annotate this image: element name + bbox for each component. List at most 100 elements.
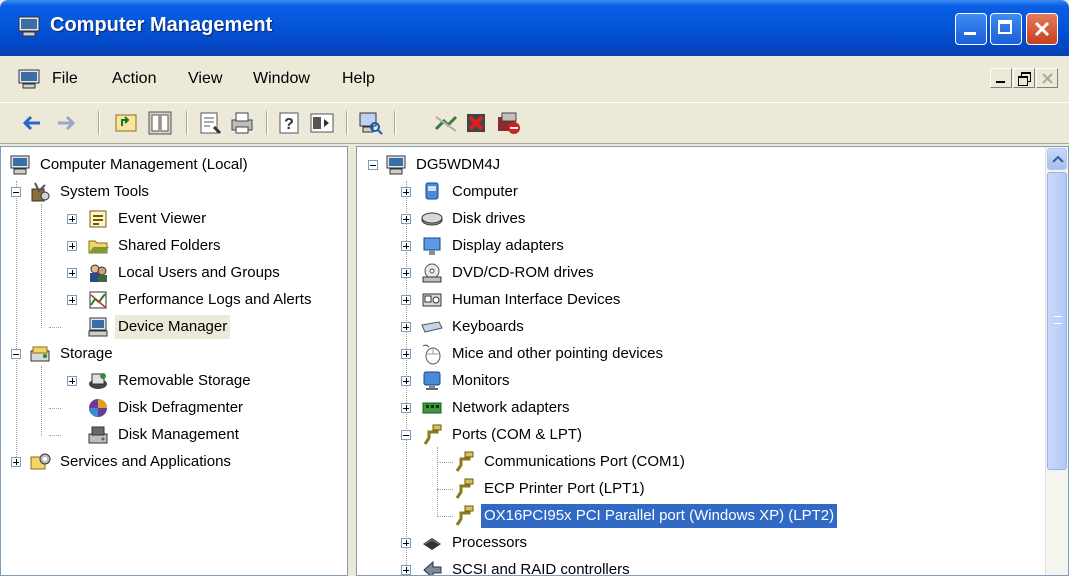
disable-icon[interactable] xyxy=(494,109,522,137)
scsi-icon xyxy=(423,560,442,575)
expand-icon[interactable] xyxy=(67,295,77,305)
tree-node-label: System Tools xyxy=(60,183,149,200)
maximize-button[interactable] xyxy=(990,13,1022,45)
show-hide-tree-icon[interactable] xyxy=(146,109,174,137)
tree-node-label: Event Viewer xyxy=(118,210,207,227)
expand-icon[interactable] xyxy=(401,565,411,575)
expand-icon[interactable] xyxy=(401,214,411,224)
update-driver-icon[interactable] xyxy=(432,109,460,137)
collapse-icon[interactable] xyxy=(11,187,21,197)
tree-node-label: Communications Port (COM1) xyxy=(484,453,685,470)
port-icon xyxy=(423,424,442,445)
expand-icon[interactable] xyxy=(401,403,411,413)
disk-drive-icon xyxy=(421,212,443,226)
console-tree-pane[interactable]: Computer Management (Local) System Tools… xyxy=(0,146,348,576)
port-icon xyxy=(455,505,474,526)
properties-icon[interactable] xyxy=(196,109,224,137)
tree-node-label: DVD/CD-ROM drives xyxy=(452,264,594,281)
expand-icon[interactable] xyxy=(67,241,77,251)
tree-node-label: SCSI and RAID controllers xyxy=(452,561,630,576)
mdi-minimize-button[interactable] xyxy=(990,68,1012,88)
menu-action[interactable]: Action xyxy=(112,70,156,88)
toolbar-separator xyxy=(346,111,348,135)
help-icon[interactable]: ? xyxy=(276,109,304,137)
close-icon xyxy=(1034,21,1050,37)
tree-node-label: Network adapters xyxy=(452,399,570,416)
expand-icon[interactable] xyxy=(401,349,411,359)
window-title: Computer Management xyxy=(50,14,273,36)
expand-icon[interactable] xyxy=(67,376,77,386)
vertical-scrollbar[interactable] xyxy=(1045,147,1068,575)
pane-splitter[interactable] xyxy=(348,146,356,576)
expand-icon[interactable] xyxy=(67,214,77,224)
expand-icon[interactable] xyxy=(401,538,411,548)
scroll-thumb[interactable] xyxy=(1047,172,1067,470)
port-icon xyxy=(455,478,474,499)
tree-node-label: Monitors xyxy=(452,372,510,389)
computer-management-icon xyxy=(10,155,30,175)
uninstall-icon[interactable] xyxy=(462,109,490,137)
expand-icon[interactable] xyxy=(401,322,411,332)
expand-icon[interactable] xyxy=(401,241,411,251)
port-icon xyxy=(455,451,474,472)
scroll-up-button[interactable] xyxy=(1047,148,1067,170)
menu-view[interactable]: View xyxy=(188,70,222,88)
defragmenter-icon xyxy=(89,399,107,417)
up-level-icon[interactable] xyxy=(112,109,140,137)
tree-node-label: Device Manager xyxy=(115,315,231,339)
expand-icon[interactable] xyxy=(401,268,411,278)
mdi-controls xyxy=(990,68,1062,90)
expand-icon[interactable] xyxy=(401,295,411,305)
menu-help[interactable]: Help xyxy=(342,70,375,88)
processor-icon xyxy=(423,538,441,550)
folder-icon xyxy=(88,240,109,254)
console-icon[interactable] xyxy=(17,68,41,90)
computer-management-window: Computer Management File Action View Win… xyxy=(0,0,1069,576)
mdi-restore-button[interactable] xyxy=(1013,68,1035,88)
scan-hardware-icon[interactable] xyxy=(356,109,384,137)
tree-node-label: Performance Logs and Alerts xyxy=(118,291,312,308)
print-icon[interactable] xyxy=(228,109,256,137)
computer-icon xyxy=(425,182,439,200)
toolbar-separator xyxy=(98,111,100,135)
minimize-icon xyxy=(964,32,976,35)
tree-node-label: Display adapters xyxy=(452,237,564,254)
menu-window[interactable]: Window xyxy=(253,70,310,88)
expand-icon[interactable] xyxy=(67,268,77,278)
expand-icon[interactable] xyxy=(401,376,411,386)
tree-node-label: Shared Folders xyxy=(118,237,221,254)
expand-icon[interactable] xyxy=(11,457,21,467)
tree-node-label: Computer xyxy=(452,183,518,200)
chevron-up-icon xyxy=(1052,155,1064,163)
menu-file[interactable]: File xyxy=(52,70,78,88)
tree-node-label: Disk Defragmenter xyxy=(118,399,244,416)
mdi-close-button[interactable] xyxy=(1036,68,1058,88)
device-manager-icon xyxy=(88,317,108,337)
back-icon[interactable] xyxy=(18,109,46,137)
storage-icon xyxy=(30,346,50,362)
title-bar[interactable]: Computer Management xyxy=(0,0,1069,56)
tree-node-label: Mice and other pointing devices xyxy=(452,345,663,362)
close-button[interactable] xyxy=(1026,13,1058,45)
restore-icon-front xyxy=(1018,76,1028,86)
tree-node-label: Human Interface Devices xyxy=(452,291,621,308)
computer-management-app-icon xyxy=(18,16,40,37)
expand-icon[interactable] xyxy=(401,187,411,197)
keyboard-icon xyxy=(421,321,443,333)
minimize-button[interactable] xyxy=(955,13,987,45)
collapse-icon[interactable] xyxy=(11,349,21,359)
toolbar-separator xyxy=(186,111,188,135)
tree-node-label: Storage xyxy=(60,345,113,362)
collapse-icon[interactable] xyxy=(401,430,411,440)
show-hide-action-pane-icon[interactable] xyxy=(308,109,336,137)
toolbar-separator xyxy=(394,111,396,135)
computer-icon xyxy=(386,155,406,175)
device-tree-pane[interactable]: DG5WDM4J Computer Disk drives Display ad… xyxy=(356,146,1069,576)
svg-text:?: ? xyxy=(284,116,294,133)
tree-node-label: Disk drives xyxy=(452,210,526,227)
tree-node-label: DG5WDM4J xyxy=(416,156,501,173)
system-tools-icon xyxy=(31,182,50,202)
collapse-icon[interactable] xyxy=(368,160,378,170)
mouse-icon xyxy=(422,344,441,365)
forward-icon[interactable] xyxy=(52,109,80,137)
